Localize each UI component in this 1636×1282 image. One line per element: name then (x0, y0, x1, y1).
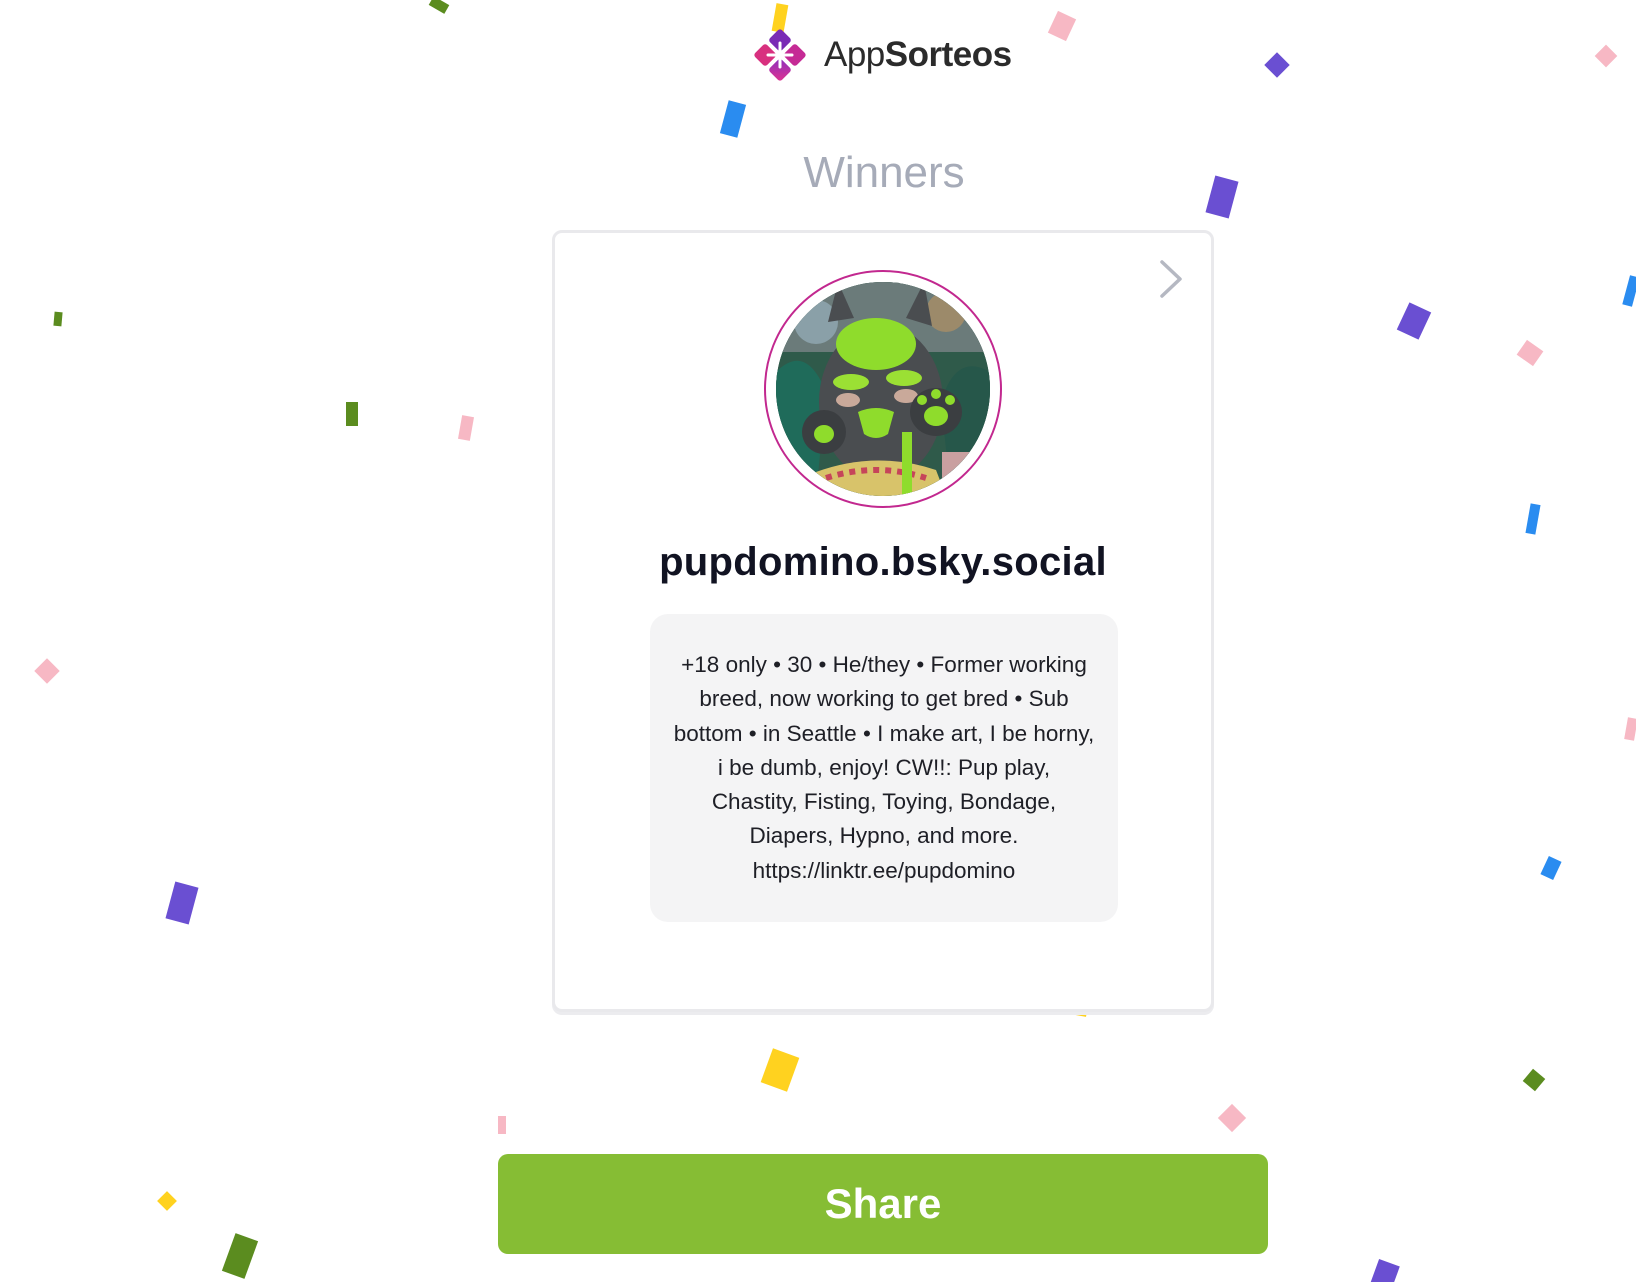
winner-bio-box: +18 only • 30 • He/they • Former working… (650, 614, 1118, 922)
confetti-piece (1264, 52, 1290, 78)
confetti-piece (34, 658, 60, 684)
logo-wordmark: AppSorteos (824, 35, 1012, 75)
confetti-piece (719, 100, 747, 138)
page-title: Winners (803, 148, 965, 197)
confetti-piece (1396, 302, 1432, 340)
confetti-piece (458, 415, 474, 441)
confetti-piece (428, 0, 450, 14)
confetti-piece (1516, 339, 1544, 367)
chevron-right-icon[interactable] (1156, 258, 1186, 300)
confetti-piece (346, 402, 358, 426)
avatar (776, 282, 990, 496)
confetti-piece (1622, 275, 1636, 307)
app-logo: AppSorteos (748, 22, 1012, 88)
confetti-piece (221, 1233, 259, 1279)
confetti-piece (1540, 855, 1562, 881)
confetti-piece (165, 881, 199, 925)
confetti-piece (1217, 1103, 1247, 1133)
confetti-piece (1522, 1068, 1546, 1092)
share-button[interactable]: Share (498, 1154, 1268, 1254)
confetti-piece (760, 1048, 800, 1092)
confetti-piece (53, 311, 63, 327)
confetti-piece (498, 1116, 506, 1134)
winner-bio: +18 only • 30 • He/they • Former working… (673, 652, 1095, 883)
confetti-piece (1047, 10, 1077, 42)
avatar-image (776, 282, 990, 496)
winner-handle: pupdomino.bsky.social (659, 540, 1107, 584)
avatar-ring (764, 270, 1002, 508)
confetti-piece (1370, 1259, 1400, 1282)
winners-screen: AppSorteos Winners pupdomino.bsky.social… (0, 0, 1636, 1282)
confetti-piece (157, 1191, 177, 1211)
logo-text-bold: Sorteos (884, 35, 1012, 74)
logo-text-regular: App (824, 35, 885, 74)
appsorteos-logo-icon (754, 29, 806, 81)
confetti-piece (1594, 44, 1618, 68)
confetti-piece (1525, 503, 1541, 535)
confetti-piece (1624, 717, 1636, 741)
